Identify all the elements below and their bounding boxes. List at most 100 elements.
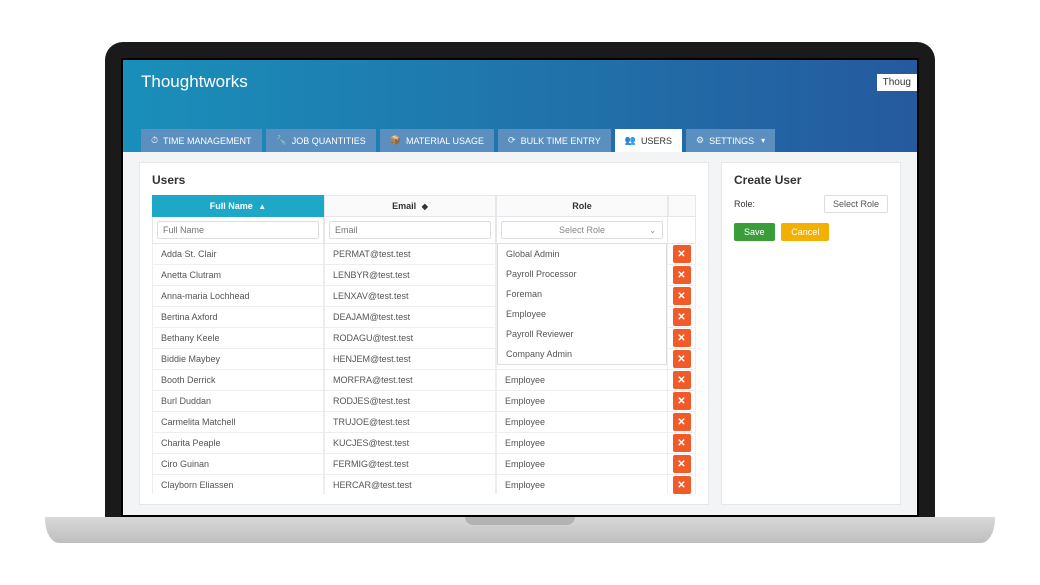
table-header: Full Name ▲ Email ◆ Role — [152, 195, 696, 217]
app-screen: Thoughtworks Thoug ⏱TIME MANAGEMENT🔧JOB … — [123, 60, 917, 515]
tab-settings[interactable]: ⚙SETTINGS▾ — [686, 129, 775, 152]
delete-button[interactable]: ✕ — [673, 266, 691, 284]
filter-role-label: Select Role — [559, 225, 605, 235]
filter-actions-spacer — [668, 217, 696, 244]
cell-actions: ✕ — [668, 370, 696, 391]
delete-button[interactable]: ✕ — [673, 287, 691, 305]
col-email[interactable]: Email ◆ — [324, 195, 496, 217]
cell-name: Anetta Clutram — [152, 265, 324, 286]
tab-label: SETTINGS — [709, 136, 754, 146]
tab-job-quantities[interactable]: 🔧JOB QUANTITIES — [266, 129, 376, 152]
table-row: Charita PeapleKUCJES@test.testEmployee ✕ — [152, 433, 696, 454]
delete-button[interactable]: ✕ — [673, 455, 691, 473]
table-row: Ciro GuinanFERMIG@test.testEmployee✕ — [152, 454, 696, 475]
create-user-panel: Create User Role: Select Role Save Cance… — [721, 162, 901, 505]
cell-actions: ✕ — [668, 433, 696, 454]
tab-time-management[interactable]: ⏱TIME MANAGEMENT — [141, 129, 262, 152]
table-row: Burl DuddanRODJES@test.testEmployee✕ — [152, 391, 696, 412]
tab-icon: ⏱ — [151, 135, 158, 146]
cell-name: Adda St. Clair — [152, 244, 324, 265]
save-button[interactable]: Save — [734, 223, 775, 241]
tab-bulk-time-entry[interactable]: ⟳ BULK TIME ENTRY — [498, 129, 611, 152]
tab-material-usage[interactable]: 📦MATERIAL USAGE — [380, 129, 494, 152]
filter-role: Select Role ⌄ Global AdminPayroll Proces… — [496, 217, 668, 244]
role-option[interactable]: Foreman — [498, 284, 666, 304]
delete-button[interactable]: ✕ — [673, 371, 691, 389]
cell-email: MORFRA@test.test — [324, 370, 496, 391]
tab-users[interactable]: 👥USERS — [615, 129, 682, 152]
create-user-title: Create User — [734, 173, 888, 187]
chevron-down-icon: ▾ — [761, 136, 765, 145]
cell-actions: ✕ — [668, 391, 696, 412]
cell-name: Carmelita Matchell — [152, 412, 324, 433]
col-label: Full Name — [210, 201, 253, 211]
delete-button[interactable]: ✕ — [673, 392, 691, 410]
cell-actions: ✕ — [668, 475, 696, 494]
col-label: Email — [392, 201, 416, 211]
users-panel-title: Users — [152, 173, 696, 187]
create-user-actions: Save Cancel — [734, 223, 888, 241]
delete-button[interactable]: ✕ — [673, 245, 691, 263]
create-user-role-row: Role: Select Role — [734, 195, 888, 213]
laptop-base — [45, 517, 995, 543]
cell-email: RODJES@test.test — [324, 391, 496, 412]
cell-actions: ✕ — [668, 307, 696, 328]
table-row: Clayborn EliassenHERCAR@test.testEmploye… — [152, 475, 696, 494]
cell-email: HERCAR@test.test — [324, 475, 496, 494]
table-row: Booth DerrickMORFRA@test.testEmployee ✕ — [152, 370, 696, 391]
filter-email-input[interactable] — [329, 221, 491, 239]
cell-role: Employee — [496, 412, 668, 433]
brand-title: Thoughtworks — [141, 72, 899, 92]
cell-actions: ✕ — [668, 349, 696, 370]
cell-name: Clayborn Eliassen — [152, 475, 324, 494]
content-area: Users Full Name ▲ Email ◆ Role — [123, 152, 917, 515]
sort-icon: ◆ — [422, 202, 428, 211]
cell-email: KUCJES@test.test — [324, 433, 496, 454]
tab-label: BULK TIME ENTRY — [521, 136, 601, 146]
cell-actions: ✕ — [668, 454, 696, 475]
role-option[interactable]: Payroll Reviewer — [498, 324, 666, 344]
cell-role: Employee — [496, 370, 668, 391]
role-field-label: Role: — [734, 199, 755, 209]
org-chip[interactable]: Thoug — [877, 74, 917, 91]
col-full-name[interactable]: Full Name ▲ — [152, 195, 324, 217]
filter-full-name — [152, 217, 324, 244]
role-field-select[interactable]: Select Role — [824, 195, 888, 213]
col-actions — [668, 195, 696, 217]
cell-name: Charita Peaple — [152, 433, 324, 454]
tab-label: JOB QUANTITIES — [292, 136, 366, 146]
role-option[interactable]: Employee — [498, 304, 666, 324]
delete-button[interactable]: ✕ — [673, 308, 691, 326]
role-option[interactable]: Company Admin — [498, 344, 666, 364]
col-role[interactable]: Role — [496, 195, 668, 217]
cell-email: FERMIG@test.test — [324, 454, 496, 475]
cell-actions: ✕ — [668, 244, 696, 265]
col-label: Role — [572, 201, 592, 211]
cell-name: Burl Duddan — [152, 391, 324, 412]
delete-button[interactable]: ✕ — [673, 350, 691, 368]
main-tabs: ⏱TIME MANAGEMENT🔧JOB QUANTITIES📦MATERIAL… — [141, 129, 899, 152]
table-filters: Select Role ⌄ Global AdminPayroll Proces… — [152, 217, 696, 244]
filter-role-select[interactable]: Select Role ⌄ — [501, 221, 663, 239]
cell-role: Employee — [496, 433, 668, 454]
delete-button[interactable]: ✕ — [673, 434, 691, 452]
role-option[interactable]: Payroll Processor — [498, 264, 666, 284]
cell-email: PERMAT@test.test — [324, 244, 496, 265]
cell-role: Employee — [496, 475, 668, 494]
tab-label: USERS — [641, 136, 672, 146]
filter-full-name-input[interactable] — [157, 221, 319, 239]
delete-button[interactable]: ✕ — [673, 413, 691, 431]
cell-email: LENBYR@test.test — [324, 265, 496, 286]
users-panel: Users Full Name ▲ Email ◆ Role — [139, 162, 709, 505]
tab-icon: ⟳ — [508, 135, 516, 146]
app-header: Thoughtworks Thoug ⏱TIME MANAGEMENT🔧JOB … — [123, 60, 917, 152]
cancel-button[interactable]: Cancel — [781, 223, 829, 241]
cell-actions: ✕ — [668, 286, 696, 307]
cell-actions: ✕ — [668, 265, 696, 286]
role-option[interactable]: Global Admin — [498, 244, 666, 264]
cell-role: Employee — [496, 454, 668, 475]
screen-bezel: Thoughtworks Thoug ⏱TIME MANAGEMENT🔧JOB … — [105, 42, 935, 517]
cell-name: Booth Derrick — [152, 370, 324, 391]
delete-button[interactable]: ✕ — [673, 476, 691, 494]
delete-button[interactable]: ✕ — [673, 329, 691, 347]
